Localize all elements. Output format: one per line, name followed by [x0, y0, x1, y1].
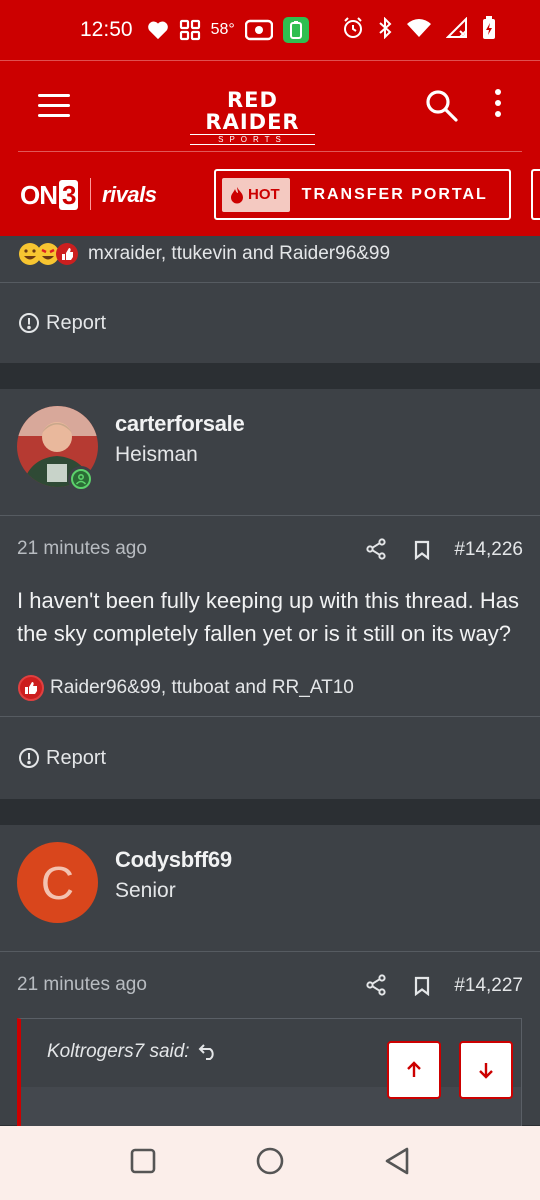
- reply-arrow-icon: [198, 1044, 214, 1060]
- alert-circle-icon: [19, 313, 39, 333]
- share-icon[interactable]: [365, 538, 387, 560]
- like-icon: [18, 675, 44, 701]
- status-bar: 12:50 58°: [0, 0, 540, 60]
- alarm-icon: [342, 16, 364, 44]
- heart-icon: [147, 20, 169, 40]
- post-time[interactable]: 21 minutes ago: [17, 974, 147, 996]
- quote-body: [21, 1087, 521, 1126]
- transfer-portal-button[interactable]: HOT TRANSFER PORTAL: [214, 169, 511, 220]
- quote-header[interactable]: Koltrogers7 said:: [47, 1041, 218, 1063]
- wifi-icon: [406, 18, 432, 43]
- battery-icon: [482, 15, 496, 45]
- transfer-portal-label: TRANSFER PORTAL: [301, 185, 488, 203]
- alert-circle-icon: [19, 748, 39, 768]
- partner-divider: [90, 178, 91, 210]
- post-body: I haven't been fully keeping up with thi…: [17, 588, 519, 646]
- quote-author: Koltrogers7 said:: [47, 1041, 190, 1062]
- search-icon[interactable]: [425, 89, 459, 123]
- recents-button[interactable]: [130, 1148, 156, 1179]
- scroll-down-button[interactable]: [459, 1041, 513, 1099]
- post-number[interactable]: #14,227: [454, 975, 523, 997]
- reaction-emojis-icon: [18, 241, 80, 267]
- partner-next-button[interactable]: [531, 169, 540, 220]
- share-icon[interactable]: [365, 974, 387, 996]
- quote-block[interactable]: Koltrogers7 said:: [17, 1018, 522, 1126]
- hot-badge: HOT: [222, 177, 290, 212]
- reaction-users: Raider96&99, ttuboat and RR_AT10: [50, 677, 354, 698]
- post-author: carterforsale Heisman: [0, 389, 540, 515]
- flame-icon: [231, 186, 243, 203]
- post: carterforsale Heisman 21 minutes ago #14…: [0, 389, 540, 799]
- bookmark-icon[interactable]: [413, 540, 431, 561]
- username[interactable]: Codysbff69: [115, 847, 232, 873]
- arrow-down-icon: [479, 1063, 493, 1079]
- user-title: Senior: [115, 879, 176, 902]
- post-meta: 21 minutes ago #14,226: [0, 516, 540, 582]
- on3-logo[interactable]: ON 3: [20, 180, 79, 211]
- online-status-icon: [68, 466, 94, 492]
- report-link[interactable]: Report: [0, 717, 540, 799]
- reaction-row[interactable]: mxraider, ttukevin and Raider96&99: [0, 236, 540, 282]
- home-button[interactable]: [256, 1147, 284, 1180]
- post-author: C Codysbff69 Senior: [0, 825, 540, 951]
- reaction-row[interactable]: Raider96&99, ttuboat and RR_AT10: [0, 660, 540, 716]
- battery-saver-icon: [282, 17, 309, 43]
- post-meta: 21 minutes ago #14,227: [0, 952, 540, 1018]
- username[interactable]: carterforsale: [115, 411, 245, 437]
- post-number[interactable]: #14,226: [454, 539, 523, 561]
- signal-icon: [445, 16, 468, 44]
- partner-bar: ON 3 rivals HOT TRANSFER PORTAL: [0, 152, 540, 236]
- reaction-users: mxraider, ttukevin and Raider96&99: [88, 243, 391, 264]
- scroll-up-button[interactable]: [387, 1041, 441, 1099]
- report-link[interactable]: Report: [0, 283, 540, 363]
- grid-app-icon: [179, 19, 201, 41]
- thread-content[interactable]: mxraider, ttukevin and Raider96&99 Repor…: [0, 236, 540, 1126]
- hamburger-menu-button[interactable]: [38, 94, 70, 118]
- system-nav-bar: [0, 1126, 540, 1200]
- bookmark-icon[interactable]: [413, 976, 431, 997]
- user-title: Heisman: [115, 443, 198, 466]
- status-time: 12:50: [80, 18, 133, 41]
- cast-icon: [244, 19, 273, 41]
- post-time[interactable]: 21 minutes ago: [17, 538, 147, 560]
- back-button[interactable]: [384, 1147, 410, 1180]
- status-temperature: 58°: [210, 21, 235, 38]
- avatar[interactable]: C: [17, 842, 98, 923]
- rivals-logo[interactable]: rivals: [102, 182, 157, 208]
- bluetooth-icon: [378, 16, 392, 44]
- more-vert-icon[interactable]: [492, 89, 504, 123]
- post: mxraider, ttukevin and Raider96&99 Repor…: [0, 236, 540, 363]
- app-header: RED RAIDER SPORTS: [0, 60, 540, 152]
- site-logo[interactable]: RED RAIDER SPORTS: [180, 89, 325, 145]
- arrow-up-icon: [407, 1061, 421, 1077]
